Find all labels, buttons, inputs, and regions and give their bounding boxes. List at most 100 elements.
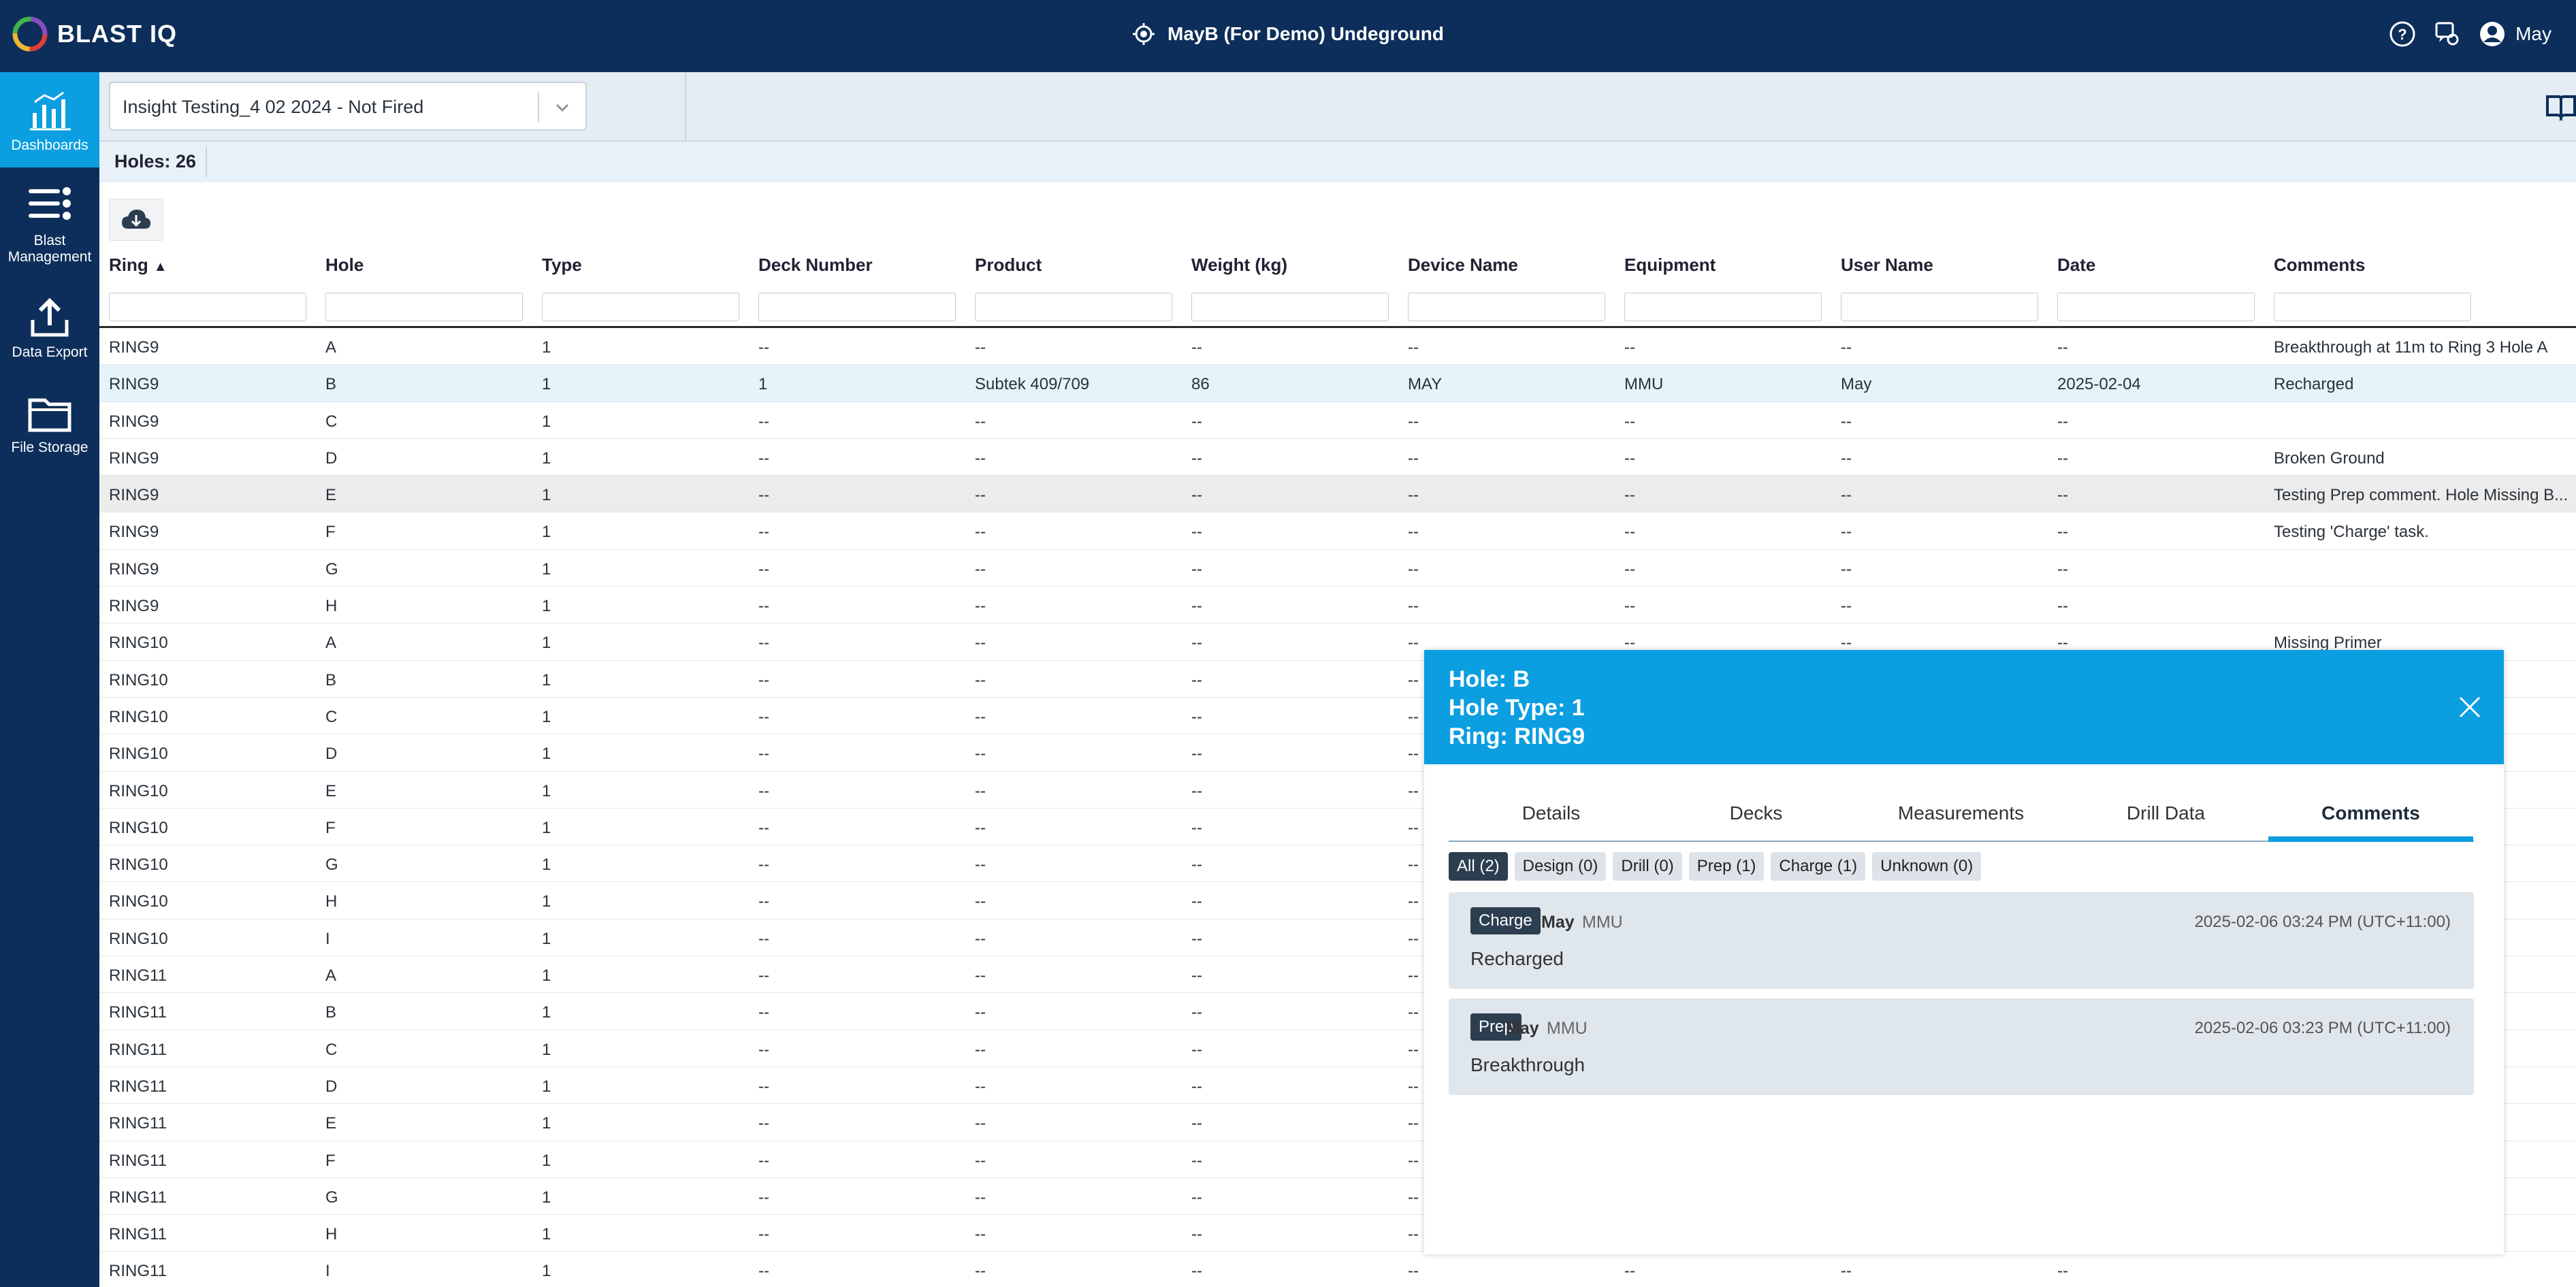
- table-header: Ring ▲ Hole Type Deck Number Product Weight (k…: [99, 245, 2576, 286]
- filter-design[interactable]: Design (0): [1514, 852, 1607, 881]
- table-cell: --: [975, 818, 986, 837]
- tab-drill-data[interactable]: Drill Data: [2063, 794, 2268, 842]
- table-cell: --: [1408, 559, 1419, 579]
- table-cell: --: [1408, 1151, 1419, 1170]
- filter-unknown[interactable]: Unknown (0): [1872, 852, 1982, 881]
- table-cell: D: [325, 449, 338, 468]
- table-cell: A: [325, 338, 337, 357]
- blast-selector-dropdown[interactable]: Insight Testing_4 02 2024 - Not Fired: [109, 82, 587, 131]
- table-cell: --: [758, 449, 769, 468]
- support-chat-icon[interactable]: [2434, 20, 2461, 48]
- table-row[interactable]: RING9 G 1 -- -- -- -- -- -- --: [99, 550, 2576, 587]
- table-cell: 1: [542, 856, 551, 875]
- table-cell: --: [1191, 966, 1202, 985]
- table-row[interactable]: RING11 I 1 -- -- -- -- -- -- --: [99, 1252, 2576, 1287]
- column-header-label: Deck Number: [758, 255, 873, 275]
- download-button[interactable]: [109, 199, 163, 241]
- table-cell: --: [1191, 781, 1202, 800]
- table-cell: --: [1408, 597, 1419, 616]
- column-header-equipment[interactable]: Equipment: [1624, 255, 1716, 276]
- table-cell: --: [1191, 559, 1202, 579]
- column-header-deck-number[interactable]: Deck Number: [758, 255, 873, 276]
- table-row[interactable]: RING9 D 1 -- -- -- -- -- -- -- Broken Ground: [99, 439, 2576, 476]
- table-row[interactable]: RING9 H 1 -- -- -- -- -- -- --: [99, 587, 2576, 624]
- column-header-comments[interactable]: Comments: [2274, 255, 2365, 276]
- table-cell: --: [2057, 1262, 2068, 1281]
- table-cell: May: [1841, 375, 1872, 394]
- dashboards-icon: [30, 91, 71, 131]
- panel-tabs: Details Decks Measurements Drill Data Co…: [1449, 794, 2474, 842]
- tab-decks[interactable]: Decks: [1654, 794, 1858, 842]
- site-selector[interactable]: MayB (For Demo) Undeground: [0, 0, 2576, 68]
- column-header-user-name[interactable]: User Name: [1841, 255, 1933, 276]
- column-header-weight-kg[interactable]: Weight (kg): [1191, 255, 1287, 276]
- table-cell: --: [1191, 412, 1202, 431]
- filter-input-date[interactable]: [2057, 293, 2255, 321]
- table-row[interactable]: RING9 B 1 1 Subtek 409/709 86 MAY MMU May 2025-02…: [99, 365, 2576, 402]
- table-cell: 1: [542, 818, 551, 837]
- table-cell: E: [325, 486, 337, 505]
- filter-input-device-name[interactable]: [1408, 293, 1605, 321]
- column-header-hole[interactable]: Hole: [325, 255, 364, 276]
- filter-input-deck-number[interactable]: [758, 293, 956, 321]
- user-menu[interactable]: May: [2479, 20, 2551, 48]
- tab-comments[interactable]: Comments: [2268, 794, 2473, 842]
- table-cell: --: [975, 449, 986, 468]
- table-cell: --: [1191, 1114, 1202, 1133]
- filter-input-product[interactable]: [975, 293, 1172, 321]
- blast-selector-value: Insight Testing_4 02 2024 - Not Fired: [123, 97, 424, 117]
- filter-charge[interactable]: Charge (1): [1771, 852, 1866, 881]
- filter-prep[interactable]: Prep (1): [1688, 852, 1765, 881]
- sidebar-item-file-storage[interactable]: File Storage: [0, 374, 99, 470]
- table-cell: --: [975, 892, 986, 911]
- close-icon[interactable]: [2456, 694, 2483, 721]
- table-cell: --: [1624, 597, 1635, 616]
- table-cell: --: [1841, 1262, 1852, 1281]
- book-icon[interactable]: [2543, 91, 2576, 121]
- column-header-label: User Name: [1841, 255, 1933, 275]
- chevron-down-icon[interactable]: [553, 98, 572, 117]
- tab-details[interactable]: Details: [1449, 794, 1654, 842]
- selector-divider: [538, 91, 539, 123]
- sidebar-item-blast-management[interactable]: Blast Management: [0, 167, 99, 279]
- table-cell: --: [1624, 1262, 1635, 1281]
- table-cell: 1: [542, 1225, 551, 1244]
- table-cell: --: [1408, 856, 1419, 875]
- filter-input-comments[interactable]: [2274, 293, 2471, 321]
- sidebar-item-dashboards[interactable]: Dashboards: [0, 72, 99, 167]
- sort-ascending-icon: ▲: [153, 259, 167, 274]
- filter-drill[interactable]: Drill (0): [1613, 852, 1682, 881]
- table-cell: G: [325, 1188, 338, 1207]
- filter-all[interactable]: All (2): [1449, 852, 1508, 881]
- table-row[interactable]: RING9 C 1 -- -- -- -- -- -- --: [99, 402, 2576, 439]
- table-cell: --: [975, 856, 986, 875]
- table-row[interactable]: RING9 E 1 -- -- -- -- -- -- -- Testing Prep commen…: [99, 476, 2576, 513]
- table-cell: --: [975, 597, 986, 616]
- column-header-product[interactable]: Product: [975, 255, 1042, 276]
- column-header-ring[interactable]: Ring ▲: [109, 255, 167, 276]
- table-cell: 1: [542, 929, 551, 948]
- table-cell: --: [975, 1003, 986, 1022]
- table-cell: --: [1408, 818, 1419, 837]
- filter-input-weight-kg[interactable]: [1191, 293, 1389, 321]
- table-row[interactable]: RING9 F 1 -- -- -- -- -- -- -- Testing 'Charge' ta…: [99, 512, 2576, 550]
- sidebar-item-data-export[interactable]: Data Export: [0, 279, 99, 374]
- table-cell: --: [975, 559, 986, 579]
- column-header-date[interactable]: Date: [2057, 255, 2095, 276]
- help-icon[interactable]: ?: [2389, 20, 2416, 48]
- table-row[interactable]: RING9 A 1 -- -- -- -- -- -- -- Breakthrough at 11m…: [99, 328, 2576, 365]
- column-header-type[interactable]: Type: [542, 255, 582, 276]
- tab-measurements[interactable]: Measurements: [1858, 794, 2063, 842]
- filter-input-equipment[interactable]: [1624, 293, 1822, 321]
- filter-input-hole[interactable]: [325, 293, 523, 321]
- table-cell: --: [1191, 338, 1202, 357]
- table-cell: --: [975, 338, 986, 357]
- comment-card: Charge May MMU 2025-02-06 03:24 PM (UTC+…: [1449, 892, 2474, 989]
- user-avatar-icon: [2480, 22, 2505, 46]
- column-header-device-name[interactable]: Device Name: [1408, 255, 1518, 276]
- filter-input-type[interactable]: [542, 293, 739, 321]
- table-cell: --: [975, 412, 986, 431]
- table-cell: RING9: [109, 559, 159, 579]
- filter-input-user-name[interactable]: [1841, 293, 2038, 321]
- filter-input-ring[interactable]: [109, 293, 306, 321]
